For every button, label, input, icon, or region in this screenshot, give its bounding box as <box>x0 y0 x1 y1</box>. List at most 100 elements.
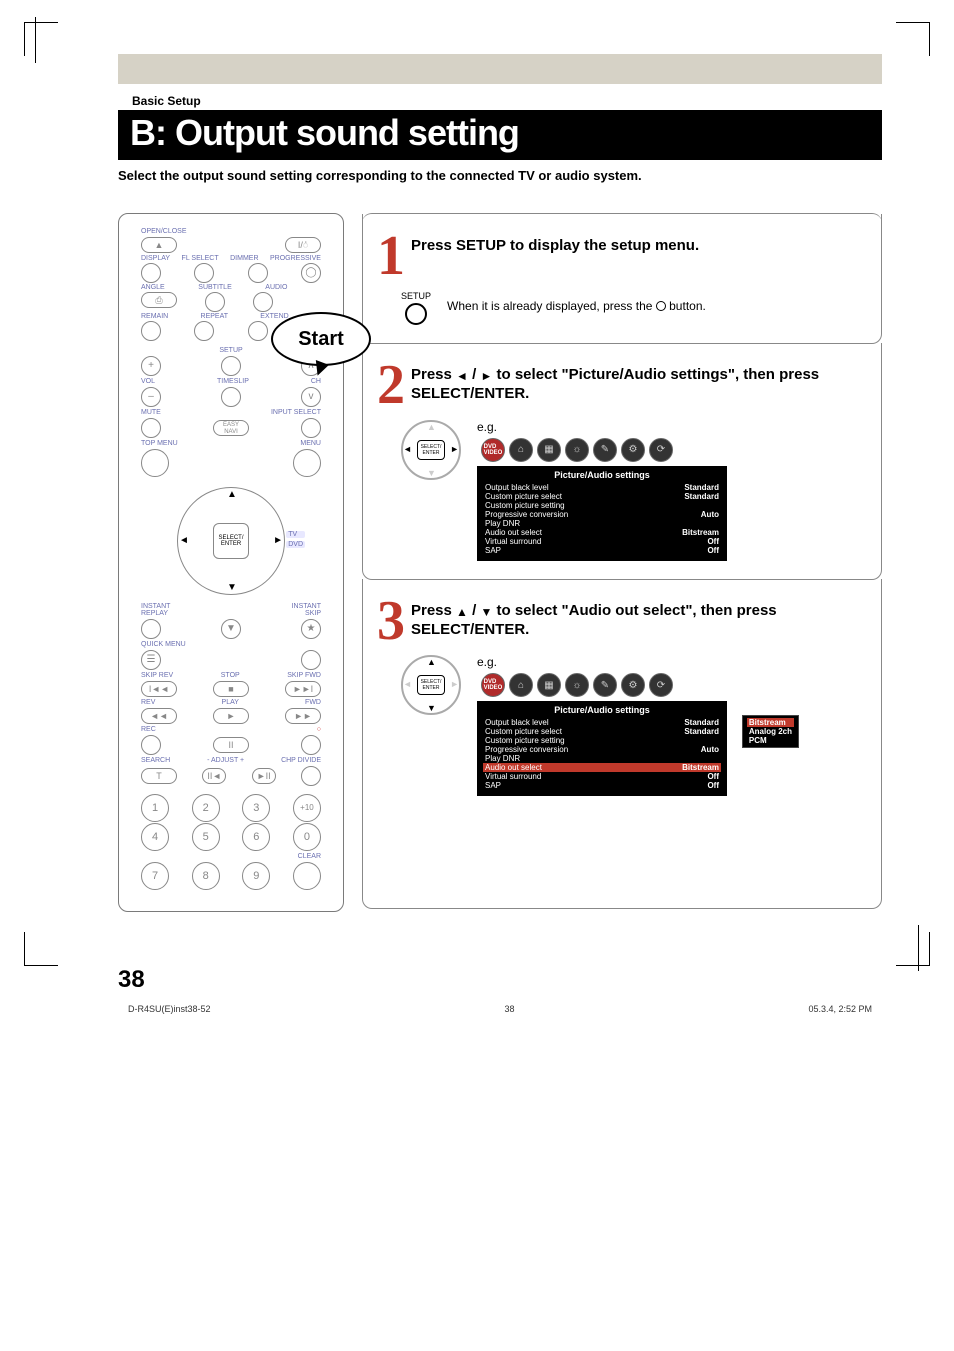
down-arrow-icon: ▼ <box>480 605 492 621</box>
num-4-button: 4 <box>141 823 169 851</box>
osd-icon-3-5: ✎ <box>593 673 617 697</box>
crop-mark-br <box>896 932 930 966</box>
audio-button <box>253 292 273 312</box>
num-0-button: 0 <box>293 823 321 851</box>
topmenu-button <box>141 449 169 477</box>
osd-popup: BitstreamAnalog 2chPCM <box>742 715 799 748</box>
footer-timestamp: 05.3.4, 2:52 PM <box>808 1004 872 1014</box>
right-arrow-icon: ► <box>480 369 492 385</box>
vol-down-button: – <box>141 387 161 407</box>
label-skiprev: SKIP REV <box>141 672 173 679</box>
num-plus10-button: +10 <box>293 794 321 822</box>
label-repeat: REPEAT <box>201 313 229 320</box>
quickmenu-button: ☰ <box>141 650 161 670</box>
osd-popup-item: PCM <box>747 736 794 745</box>
osd-icon-3-3: ▦ <box>537 673 561 697</box>
progressive-button: ◯ <box>301 263 321 283</box>
osd-row: Output black levelStandard <box>483 483 721 492</box>
osd-icon-2: ⌂ <box>509 438 533 462</box>
dpad-down-icon: ▼ <box>227 582 237 593</box>
tv-dvd-labels: TV DVD <box>286 531 305 548</box>
step-1-number: 1 <box>377 234 405 279</box>
rec-alt-button <box>301 735 321 755</box>
setup-button-icon <box>405 303 427 325</box>
pause-button: II <box>213 737 249 753</box>
osd-title-2: Picture/Audio settings <box>483 470 721 480</box>
rev-button: ◄◄ <box>141 708 177 724</box>
num-7-button: 7 <box>141 862 169 890</box>
dpad-down-alt: ▼ <box>221 619 241 639</box>
osd-title-3: Picture/Audio settings <box>483 705 721 715</box>
mini-left-icon-3: ◄ <box>403 679 412 689</box>
osd-icon-4: ☼ <box>565 438 589 462</box>
crop-mark-bl <box>24 932 58 966</box>
setup-button <box>221 356 241 376</box>
vol-up-button: + <box>141 356 161 376</box>
label-subtitle: SUBTITLE <box>198 284 231 291</box>
osd-popup-item: Bitstream <box>747 718 794 727</box>
remain-button <box>141 321 161 341</box>
label-skipfwd: SKIP FWD <box>287 672 321 679</box>
step-2-number: 2 <box>377 363 405 408</box>
osd-row: Virtual surroundOff <box>483 772 721 781</box>
label-instant-replay: INSTANTREPLAY <box>141 603 170 617</box>
osd-row: Progressive conversionAuto <box>483 510 721 519</box>
osd-icon-5: ✎ <box>593 438 617 462</box>
angle-button: ⎙ <box>141 292 177 308</box>
footer-page: 38 <box>504 1004 514 1014</box>
instant-skip-button: ★ <box>301 619 321 639</box>
osd-icon-3-2: ⌂ <box>509 673 533 697</box>
input-select-button <box>301 418 321 438</box>
mini-right-icon-3: ► <box>450 679 459 689</box>
osd-row: Play DNR <box>483 519 721 528</box>
timeslip-button <box>221 387 241 407</box>
ch-down-button: v <box>301 387 321 407</box>
label-extend: EXTEND <box>260 313 288 320</box>
num-5-button: 5 <box>192 823 220 851</box>
flselect-button <box>194 263 214 283</box>
osd-icon-6: ⚙ <box>621 438 645 462</box>
play-button: ► <box>213 708 249 724</box>
num-6-button: 6 <box>242 823 270 851</box>
osd-row: Output black levelStandard <box>483 718 721 727</box>
display-button <box>141 263 161 283</box>
adjust-plus-button: ►II <box>252 768 276 784</box>
label-search: SEARCH <box>141 757 170 764</box>
num-2-button: 2 <box>192 794 220 822</box>
label-ch: CH <box>311 378 321 385</box>
mini-right-icon: ► <box>450 444 459 454</box>
label-progressive: PROGRESSIVE <box>270 255 321 262</box>
rec-button <box>141 735 161 755</box>
osd-row: Custom picture selectStandard <box>483 492 721 501</box>
label-setup: SETUP <box>219 347 242 354</box>
dvd-video-icon-3: DVDVIDEO <box>481 673 505 697</box>
osd-tab-icons-3: DVDVIDEO ⌂ ▦ ☼ ✎ ⚙ ⟳ <box>481 673 863 697</box>
step-2-title: Press ◄ / ► to select "Picture/Audio set… <box>411 365 863 404</box>
num-9-button: 9 <box>242 862 270 890</box>
label-topmenu: TOP MENU <box>141 440 178 447</box>
label-dimmer: DIMMER <box>230 255 258 262</box>
label-rev: REV <box>141 699 155 706</box>
mute-button <box>141 418 161 438</box>
osd-row: Custom picture selectStandard <box>483 727 721 736</box>
step-1: 1 Press SETUP to display the setup menu.… <box>362 214 882 344</box>
label-timeslip: TIMESLIP <box>217 378 249 385</box>
stop-button: ■ <box>213 681 249 697</box>
header-band <box>118 54 882 84</box>
num-3-button: 3 <box>242 794 270 822</box>
repeat-button <box>194 321 214 341</box>
adjust-minus-button: II◄ <box>202 768 226 784</box>
up-arrow-icon: ▲ <box>456 605 468 621</box>
step-3-title: Press ▲ / ▼ to select "Audio out select"… <box>411 601 863 640</box>
mini-down-icon-3: ▼ <box>427 703 436 713</box>
page-title: B: Output sound setting <box>118 110 882 160</box>
num-8-button: 8 <box>192 862 220 890</box>
footer: D-R4SU(E)inst38-52 38 05.3.4, 2:52 PM <box>118 1004 882 1014</box>
dpad: ▲ ▼ ◄ ► SELECT/ENTER TV DVD <box>171 481 291 601</box>
dpad-left-icon: ◄ <box>179 535 189 546</box>
step-3: 3 Press ▲ / ▼ to select "Audio out selec… <box>362 579 882 909</box>
mini-left-icon: ◄ <box>403 444 412 454</box>
osd-panel-2: Picture/Audio settings Output black leve… <box>477 466 727 561</box>
mini-dpad-ud: ▲ ▼ ◄ ► SELECT/ENTER <box>401 655 461 715</box>
mini-down-icon: ▼ <box>427 468 436 478</box>
